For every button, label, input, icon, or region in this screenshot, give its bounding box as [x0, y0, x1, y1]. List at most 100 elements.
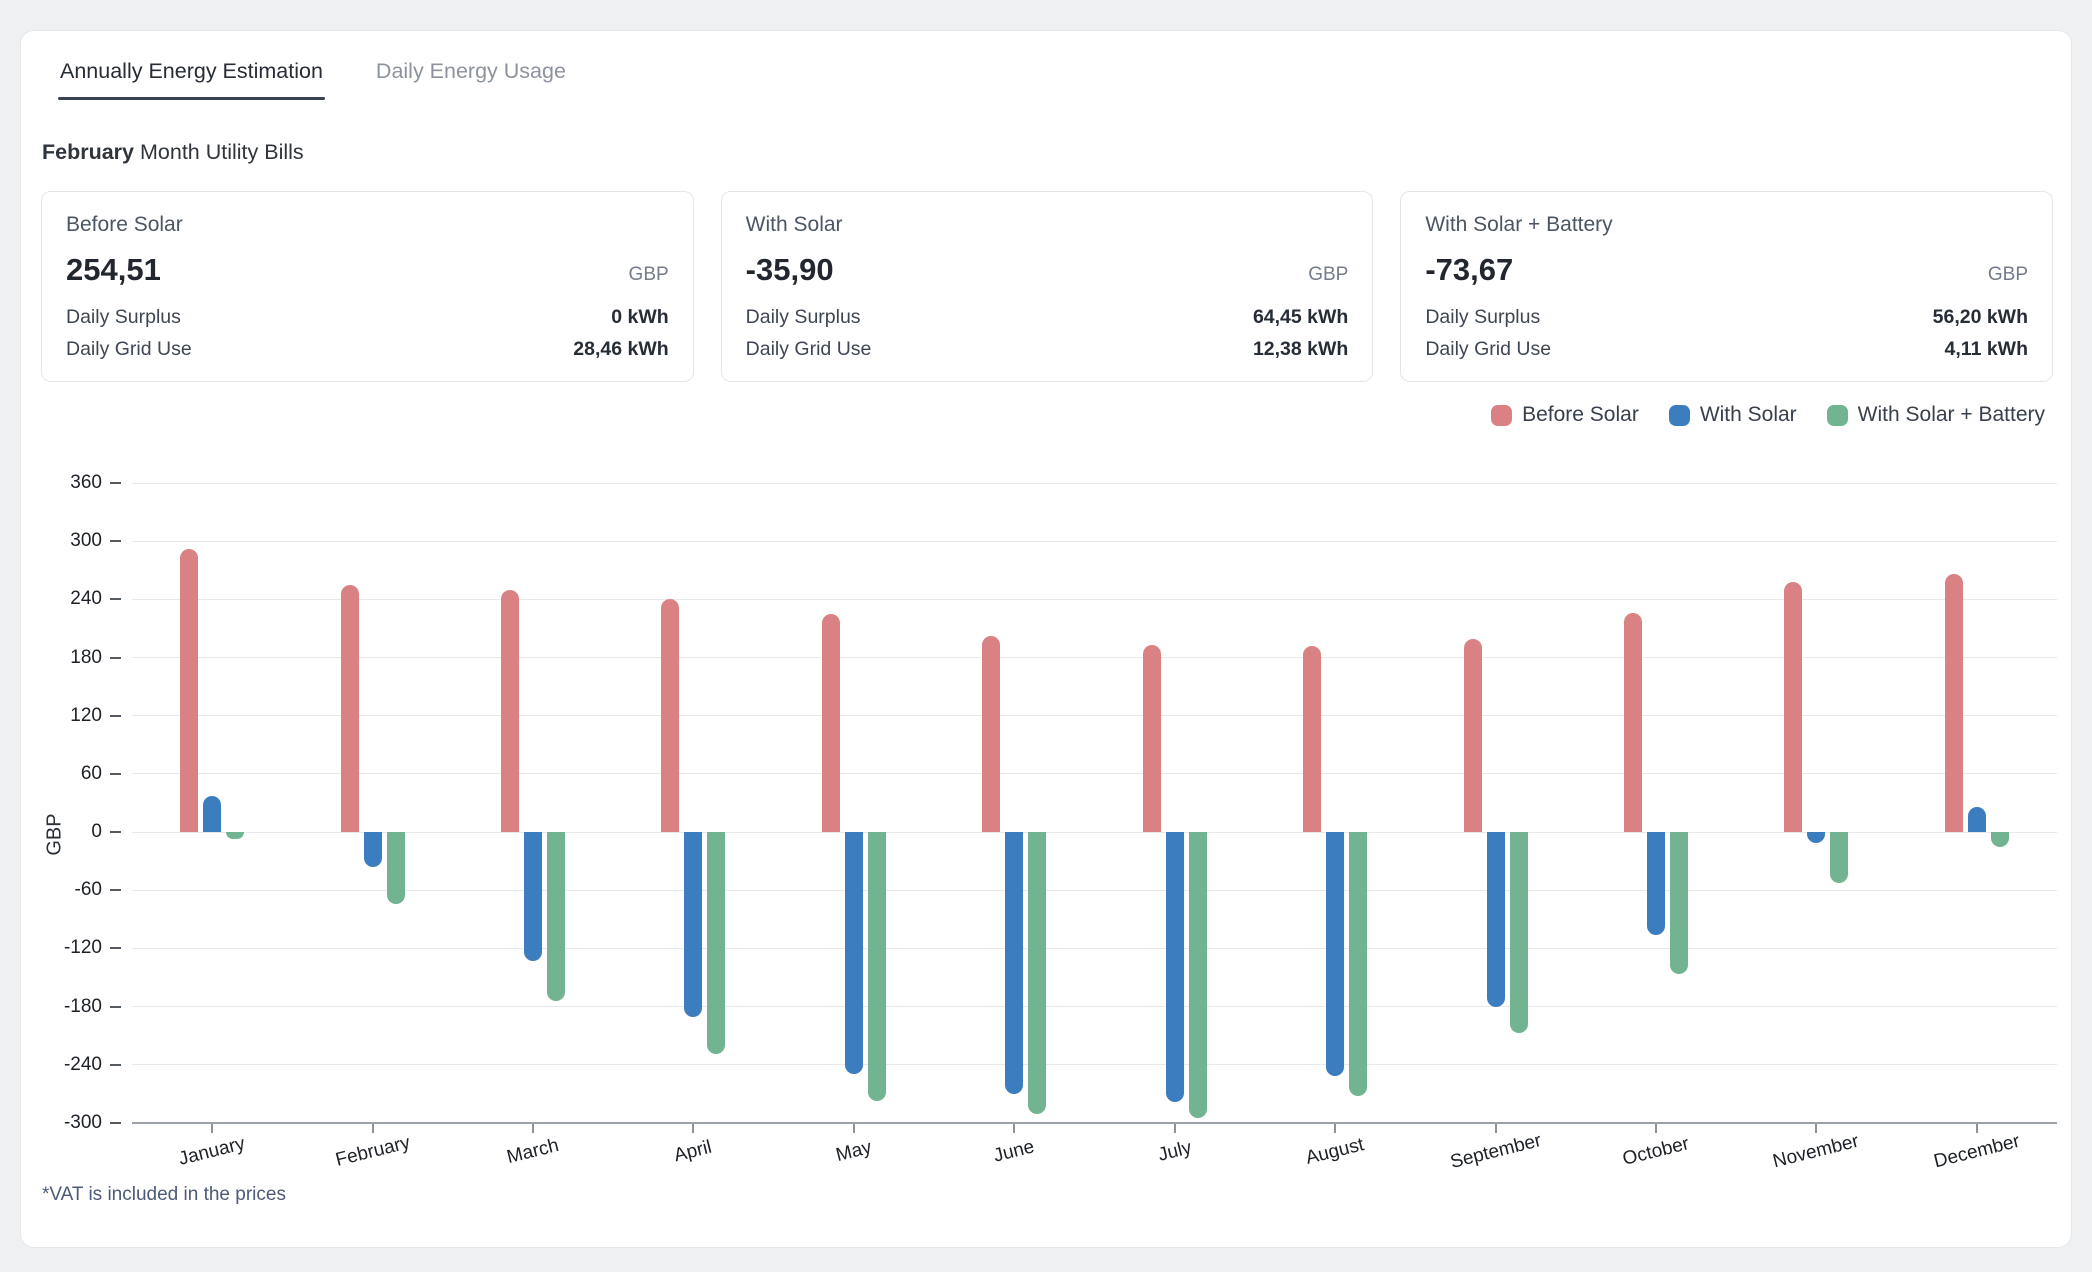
tab-daily-energy-usage[interactable]: Daily Energy Usage: [374, 59, 568, 100]
card-currency: GBP: [1988, 264, 2028, 286]
card-row-daily-grid-use: Daily Grid Use 4,11 kWh: [1425, 333, 2028, 365]
bar-with-solar-april[interactable]: [684, 832, 702, 1017]
y-tick-label: 180: [32, 647, 102, 669]
vat-footnote: *VAT is included in the prices: [42, 1184, 286, 1206]
bar-with-solar-battery-june[interactable]: [1028, 832, 1046, 1114]
card-with-solar: With Solar -35,90 GBP Daily Surplus 64,4…: [721, 191, 1374, 382]
tab-bar: Annually Energy Estimation Daily Energy …: [58, 59, 568, 100]
card-value: 254,51: [66, 252, 161, 288]
page-title-rest: Month Utility Bills: [134, 140, 304, 164]
main-panel: Annually Energy Estimation Daily Energy …: [20, 30, 2072, 1248]
bar-before-solar-june[interactable]: [982, 636, 1000, 832]
bar-with-solar-battery-january[interactable]: [226, 832, 244, 839]
bar-with-solar-battery-april[interactable]: [707, 832, 725, 1054]
gridline: [132, 773, 2057, 774]
x-tick-mark: [1495, 1124, 1497, 1133]
bar-before-solar-february[interactable]: [341, 585, 359, 832]
bar-before-solar-november[interactable]: [1784, 582, 1802, 832]
y-tick-mark: [110, 657, 121, 659]
tab-annually-energy-estimation[interactable]: Annually Energy Estimation: [58, 59, 325, 100]
y-tick-mark: [110, 889, 121, 891]
legend-label: With Solar: [1700, 403, 1797, 427]
card-currency: GBP: [1308, 264, 1348, 286]
bar-before-solar-december[interactable]: [1945, 574, 1963, 832]
bar-with-solar-battery-august[interactable]: [1349, 832, 1367, 1096]
bar-before-solar-october[interactable]: [1624, 613, 1642, 832]
bar-with-solar-battery-september[interactable]: [1510, 832, 1528, 1033]
x-axis-line: [132, 1122, 2057, 1124]
card-row-daily-surplus: Daily Surplus 56,20 kWh: [1425, 301, 2028, 333]
bar-with-solar-august[interactable]: [1326, 832, 1344, 1076]
y-tick-label: -180: [32, 996, 102, 1018]
monthly-bills-bar-chart: GBP 360300240180120600-60-120-180-240-30…: [21, 483, 2073, 1223]
chart-legend: Before Solar With Solar With Solar + Bat…: [1491, 403, 2045, 427]
bar-with-solar-october[interactable]: [1647, 832, 1665, 935]
legend-item-with-solar[interactable]: With Solar: [1669, 403, 1797, 427]
bar-with-solar-may[interactable]: [845, 832, 863, 1073]
bar-with-solar-november[interactable]: [1807, 832, 1825, 843]
card-title: Before Solar: [66, 213, 669, 237]
card-row-daily-grid-use: Daily Grid Use 28,46 kWh: [66, 333, 669, 365]
x-tick-label-october: October: [1620, 1133, 1691, 1171]
legend-label: Before Solar: [1522, 403, 1639, 427]
bar-with-solar-battery-february[interactable]: [387, 832, 405, 903]
bar-with-solar-march[interactable]: [524, 832, 542, 961]
bar-with-solar-september[interactable]: [1487, 832, 1505, 1007]
row-value: 12,38 kWh: [1253, 333, 1348, 365]
y-tick-mark: [110, 947, 121, 949]
card-before-solar: Before Solar 254,51 GBP Daily Surplus 0 …: [41, 191, 694, 382]
x-tick-label-august: August: [1304, 1134, 1367, 1170]
bar-with-solar-july[interactable]: [1166, 832, 1184, 1102]
y-tick-mark: [110, 773, 121, 775]
x-tick-mark: [853, 1124, 855, 1133]
x-tick-label-february: February: [333, 1132, 412, 1172]
y-tick-mark: [110, 831, 121, 833]
row-label: Daily Surplus: [66, 301, 181, 333]
bar-before-solar-august[interactable]: [1303, 646, 1321, 832]
x-tick-label-january: January: [177, 1133, 248, 1171]
bar-before-solar-january[interactable]: [180, 549, 198, 832]
gridline: [132, 948, 2057, 949]
legend-swatch-before-solar: [1491, 405, 1512, 426]
card-title: With Solar: [746, 213, 1349, 237]
y-tick-label: 240: [32, 588, 102, 610]
gridline: [132, 832, 2057, 833]
legend-item-before-solar[interactable]: Before Solar: [1491, 403, 1639, 427]
gridline: [132, 1006, 2057, 1007]
bar-with-solar-battery-december[interactable]: [1991, 832, 2009, 847]
x-tick-label-december: December: [1932, 1131, 2022, 1174]
card-row-daily-surplus: Daily Surplus 64,45 kWh: [746, 301, 1349, 333]
bar-with-solar-battery-july[interactable]: [1189, 832, 1207, 1118]
x-tick-label-march: March: [505, 1135, 562, 1169]
legend-item-with-solar-battery[interactable]: With Solar + Battery: [1827, 403, 2045, 427]
bar-with-solar-december[interactable]: [1968, 807, 1986, 832]
y-tick-label: 0: [32, 821, 102, 843]
bar-with-solar-battery-october[interactable]: [1670, 832, 1688, 974]
bar-before-solar-may[interactable]: [822, 614, 840, 832]
x-tick-mark: [1976, 1124, 1978, 1133]
page-title-month: February: [42, 140, 134, 164]
card-with-solar-battery: With Solar + Battery -73,67 GBP Daily Su…: [1400, 191, 2053, 382]
y-tick-mark: [110, 598, 121, 600]
x-tick-mark: [372, 1124, 374, 1133]
bar-before-solar-march[interactable]: [501, 590, 519, 832]
row-value: 56,20 kWh: [1933, 301, 2028, 333]
y-tick-label: -300: [32, 1112, 102, 1134]
card-title: With Solar + Battery: [1425, 213, 2028, 237]
bar-with-solar-june[interactable]: [1005, 832, 1023, 1094]
bar-with-solar-february[interactable]: [364, 832, 382, 867]
row-label: Daily Surplus: [746, 301, 861, 333]
x-tick-mark: [1013, 1124, 1015, 1133]
bar-with-solar-january[interactable]: [203, 796, 221, 832]
bar-before-solar-september[interactable]: [1464, 639, 1482, 832]
bar-with-solar-battery-march[interactable]: [547, 832, 565, 1001]
y-tick-label: 300: [32, 530, 102, 552]
bar-before-solar-april[interactable]: [661, 599, 679, 832]
plot-area: [132, 483, 2057, 1123]
legend-swatch-with-solar: [1669, 405, 1690, 426]
y-tick-label: -60: [32, 879, 102, 901]
bar-before-solar-july[interactable]: [1143, 645, 1161, 832]
x-tick-mark: [1334, 1124, 1336, 1133]
bar-with-solar-battery-may[interactable]: [868, 832, 886, 1101]
bar-with-solar-battery-november[interactable]: [1830, 832, 1848, 882]
